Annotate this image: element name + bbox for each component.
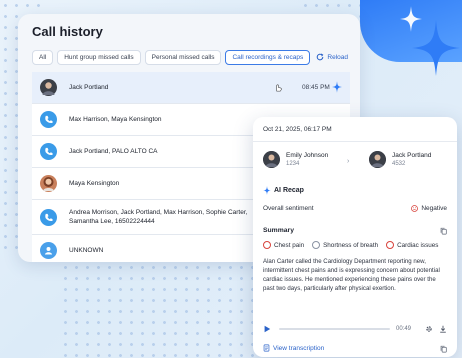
avatar (40, 242, 57, 259)
play-icon[interactable] (263, 325, 271, 333)
view-transcription-label: View transcription (273, 344, 325, 352)
tab-all[interactable]: All (32, 50, 54, 65)
sad-face-icon (411, 205, 419, 212)
avatar (40, 143, 57, 160)
audio-progress-track[interactable] (279, 328, 390, 330)
ai-recap-heading: AI Recap (263, 186, 304, 195)
caller-name: Max Harrison, Maya Kensington (69, 116, 162, 123)
download-icon[interactable] (439, 325, 447, 333)
callee-name: Jack Portland (392, 151, 432, 159)
tab-call-recordings[interactable]: Call recordings & recaps (225, 50, 311, 65)
ai-sparkle-icon[interactable] (332, 81, 342, 93)
call-time: 08:45 PM (302, 84, 330, 91)
page-title: Call history (32, 24, 103, 39)
phone-icon (45, 115, 53, 124)
avatar (40, 111, 57, 128)
avatar (40, 79, 57, 96)
sentiment-value: Negative (421, 205, 447, 212)
avatar (40, 208, 57, 226)
phone-icon (45, 213, 53, 221)
caller-name: Andrea Morrison, Jack Portland, Max Harr… (69, 208, 247, 226)
callee-party: Jack Portland 4532 (369, 151, 431, 168)
topic-tag: Shortness of breath (312, 241, 378, 249)
tag-label: Chest pain (274, 241, 305, 249)
copy-icon[interactable] (440, 345, 447, 353)
caller-name-line: Andrea Morrison, Jack Portland, Max Harr… (69, 209, 248, 216)
user-icon (44, 246, 53, 255)
phone-icon (45, 147, 53, 156)
refresh-icon (317, 53, 324, 61)
caller-name: Maya Kensington (69, 180, 120, 187)
hand-cursor-icon (276, 84, 282, 92)
topic-tag: Chest pain (263, 241, 304, 249)
tag-dot-icon (386, 241, 395, 249)
tag-dot-icon (263, 241, 271, 249)
gear-icon[interactable] (425, 325, 433, 333)
ai-recap-label: AI Recap (274, 187, 304, 194)
audio-duration: 00:49 (395, 326, 411, 332)
transcript-icon (263, 344, 270, 352)
call-date: Oct 21, 2025, 06:17 PM (263, 126, 332, 133)
person-photo-icon (42, 82, 55, 95)
sentiment-badge: Negative (411, 205, 447, 212)
tab-hunt-group-missed[interactable]: Hunt group missed calls (57, 50, 141, 65)
tab-personal-missed[interactable]: Personal missed calls (144, 50, 222, 65)
reload-label: Reload (327, 53, 348, 61)
chevron-right-icon: › (347, 158, 350, 165)
caller-name: UNKNOWN (69, 247, 104, 254)
callee-number: 4532 (392, 160, 406, 167)
avatar (263, 151, 280, 168)
tag-label: Shortness of breath (323, 241, 379, 249)
caller-name-line: Samantha Lee, 16502224444 (69, 218, 155, 225)
filter-tabs: All Hunt group missed calls Personal mis… (32, 50, 311, 65)
audio-player: 00:49 (263, 322, 447, 336)
avatar (369, 151, 386, 168)
topic-tag: Cardiac issues (386, 241, 438, 249)
copy-icon[interactable] (440, 227, 447, 235)
ai-sparkle-icon (263, 186, 271, 195)
caller-name: Emily Johnson (286, 151, 329, 159)
caller-party: Emily Johnson 1234 (263, 151, 328, 168)
avatar (40, 175, 57, 192)
reload-button[interactable]: Reload (316, 53, 348, 61)
table-row[interactable]: Jack Portland 08:45 PM (32, 72, 350, 104)
sentiment-label: Overall sentiment (263, 205, 314, 212)
sparkle-icon (412, 20, 460, 76)
caller-name: Jack Portland, PALO ALTO CA (69, 148, 158, 155)
call-detail-panel: Oct 21, 2025, 06:17 PM Emily Johnson 123… (253, 117, 457, 357)
summary-heading: Summary (263, 227, 294, 234)
topic-tags: Chest pain Shortness of breath Cardiac i… (263, 241, 438, 249)
tag-label: Cardiac issues (397, 241, 439, 249)
caller-name: Jack Portland (69, 84, 109, 91)
summary-text: Alan Carter called the Cardiology Depart… (263, 258, 440, 293)
divider (253, 141, 457, 142)
caller-number: 1234 (286, 160, 300, 167)
view-transcription-link[interactable]: View transcription (263, 344, 324, 352)
tag-dot-icon (312, 241, 321, 249)
person-photo-icon (43, 177, 54, 191)
